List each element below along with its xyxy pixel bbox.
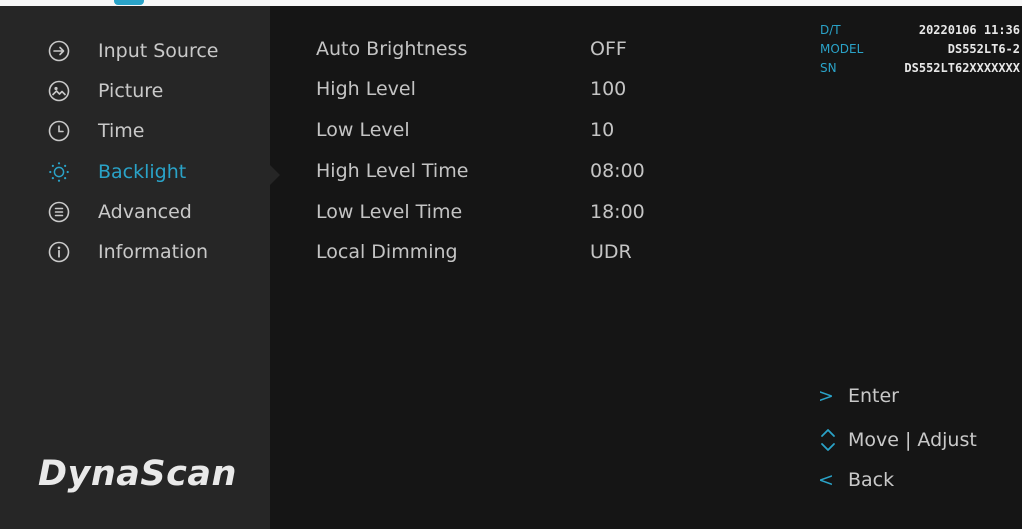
setting-label: High Level Time	[316, 160, 469, 182]
sidebar-item-input-source[interactable]: Input Source	[48, 33, 219, 69]
setting-value: 100	[590, 78, 627, 100]
info-value: DS552LT62XXXXXXX	[904, 60, 1020, 75]
info-model: MODEL DS552LT6-2	[820, 39, 1020, 58]
sidebar-item-time[interactable]: Time	[48, 113, 145, 149]
setting-row-high-level[interactable]: High Level 100	[316, 74, 736, 104]
chevron-left-icon: <	[818, 469, 834, 491]
sidebar-item-label: Information	[98, 241, 208, 263]
setting-label: Low Level	[316, 119, 410, 141]
up-down-arrows-icon	[818, 427, 848, 453]
help-enter-label: Enter	[848, 385, 899, 407]
setting-row-low-level[interactable]: Low Level 10	[316, 115, 736, 145]
setting-row-auto-brightness[interactable]: Auto Brightness OFF	[316, 34, 736, 64]
top-strip-accent	[114, 0, 144, 5]
setting-label: High Level	[316, 78, 416, 100]
sidebar-item-backlight[interactable]: Backlight	[48, 154, 186, 190]
setting-row-low-level-time[interactable]: Low Level Time 18:00	[316, 197, 736, 227]
sidebar-item-information[interactable]: Information	[48, 234, 208, 270]
setting-value: 10	[590, 119, 615, 141]
dynascan-logo: DynaScan	[38, 454, 237, 494]
device-info-panel: D/T 20220106 11:36 MODEL DS552LT6-2 SN D…	[820, 20, 1020, 77]
setting-value: UDR	[590, 241, 632, 263]
info-label: D/T	[820, 22, 841, 37]
info-icon	[48, 241, 70, 263]
sidebar-item-label: Advanced	[98, 201, 192, 223]
help-back-label: Back	[848, 469, 895, 491]
setting-row-high-level-time[interactable]: High Level Time 08:00	[316, 156, 736, 186]
setting-label: Auto Brightness	[316, 38, 468, 60]
setting-label: Low Level Time	[316, 201, 463, 223]
setting-value: 18:00	[590, 201, 645, 223]
sidebar-item-label: Picture	[98, 80, 164, 102]
sidebar-item-advanced[interactable]: Advanced	[48, 194, 192, 230]
setting-value: 08:00	[590, 160, 645, 182]
info-label: SN	[820, 60, 837, 75]
help-enter: > Enter	[818, 385, 899, 407]
info-datetime: D/T 20220106 11:36	[820, 20, 1020, 39]
sidebar-menu: Input Source Picture Time Backlight Adva…	[0, 6, 270, 529]
help-back: < Back	[818, 469, 894, 491]
clock-icon	[48, 120, 70, 142]
info-value: DS552LT6-2	[947, 41, 1020, 56]
sidebar-item-label: Time	[98, 120, 145, 142]
sidebar-item-label: Input Source	[98, 40, 219, 62]
info-value: 20220106 11:36	[918, 22, 1020, 37]
active-item-pointer	[270, 165, 280, 185]
chevron-right-icon: >	[818, 385, 834, 407]
advanced-list-icon	[48, 201, 70, 223]
setting-value: OFF	[590, 38, 627, 60]
setting-label: Local Dimming	[316, 241, 458, 263]
help-move-adjust: Move | Adjust	[818, 427, 977, 453]
info-label: MODEL	[820, 41, 864, 56]
sidebar-item-label: Backlight	[98, 161, 187, 183]
sun-icon	[48, 161, 70, 183]
picture-icon	[48, 80, 70, 102]
setting-row-local-dimming[interactable]: Local Dimming UDR	[316, 237, 736, 267]
input-source-icon	[48, 40, 70, 62]
info-serial: SN DS552LT62XXXXXXX	[820, 58, 1020, 77]
help-move-adjust-label: Move | Adjust	[848, 429, 977, 451]
sidebar-item-picture[interactable]: Picture	[48, 73, 163, 109]
